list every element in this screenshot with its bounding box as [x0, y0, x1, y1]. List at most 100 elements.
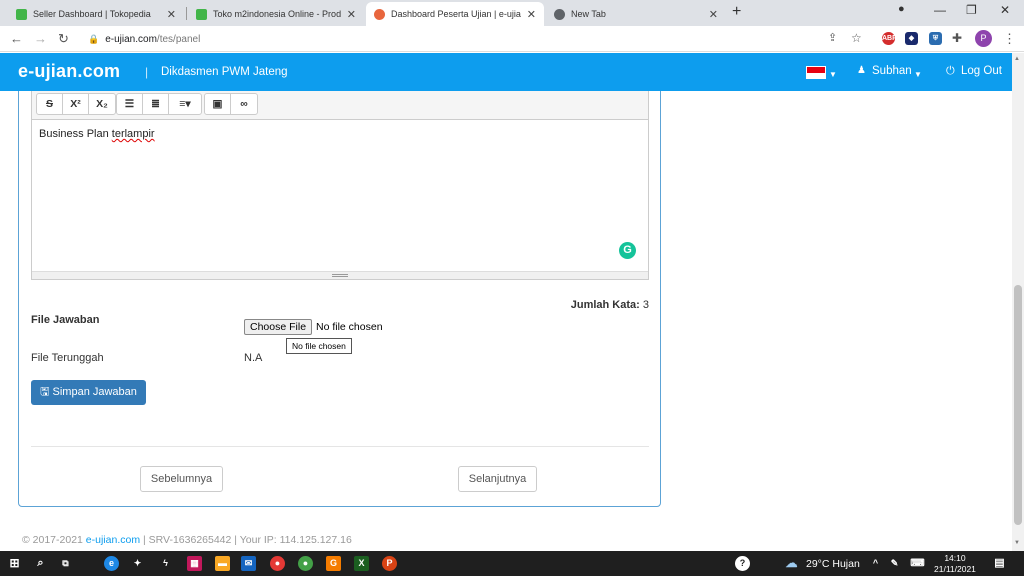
- forward-icon[interactable]: →: [34, 31, 47, 46]
- close-icon[interactable]: ✕: [709, 8, 718, 21]
- chrome-icon[interactable]: ●: [270, 556, 285, 571]
- editor-text: Business Plan: [39, 128, 112, 140]
- url-host: e-ujian.com: [105, 33, 157, 45]
- word-count-label: Jumlah Kata:: [570, 299, 640, 311]
- footer-site-link[interactable]: e-ujian.com: [86, 534, 140, 546]
- superscript-button[interactable]: X²: [63, 94, 89, 114]
- chrome-icon: [554, 8, 565, 20]
- previous-button[interactable]: Sebelumnya: [140, 466, 223, 492]
- close-icon[interactable]: ✕: [527, 8, 536, 21]
- scrollbar-thumb[interactable]: [1014, 285, 1022, 525]
- powerpoint-icon[interactable]: P: [382, 556, 397, 571]
- tokopedia-icon: [196, 8, 207, 20]
- word-count-value: 3: [642, 299, 649, 311]
- tab-divider: [186, 7, 187, 20]
- chrome-profile-icon[interactable]: ●: [298, 556, 313, 571]
- new-tab-icon[interactable]: +: [732, 3, 741, 21]
- save-answer-button[interactable]: 🖫 Simpan Jawaban: [31, 380, 146, 405]
- chevron-down-icon[interactable]: ▼: [914, 70, 922, 79]
- close-icon[interactable]: ✕: [167, 8, 176, 21]
- grammarly-icon[interactable]: G: [619, 242, 636, 259]
- share-icon[interactable]: ⇪: [828, 31, 837, 44]
- system-clock[interactable]: 14:10 21/11/2021: [934, 553, 976, 575]
- page-footer: © 2017-2021 e-ujian.com | SRV-1636265442…: [22, 534, 352, 546]
- choose-file-button[interactable]: Choose File: [244, 319, 313, 335]
- strikethrough-button[interactable]: S: [37, 94, 63, 114]
- organization-name: Dikdasmen PWM Jateng: [161, 66, 288, 78]
- file-tooltip: No file chosen: [286, 338, 352, 354]
- vpn-extension-icon[interactable]: ◆: [905, 32, 918, 45]
- lightning-app-icon[interactable]: ϟ: [158, 556, 173, 571]
- language-flag-indonesia[interactable]: [806, 66, 826, 79]
- editor-text-area[interactable]: Business Plan terlampir G: [32, 120, 648, 278]
- tab-title: Toko m2indonesia Online - Produ: [213, 9, 341, 19]
- align-dropdown-icon[interactable]: ≡▾: [169, 94, 201, 114]
- mail-icon[interactable]: ✉: [241, 556, 256, 571]
- back-icon[interactable]: ←: [10, 31, 23, 46]
- tab-title: New Tab: [571, 9, 606, 19]
- scroll-up-arrow-icon[interactable]: ▲: [1014, 56, 1020, 62]
- tab-search-icon[interactable]: ●: [898, 3, 905, 15]
- e-ujian-icon: [374, 8, 385, 20]
- tab-tokopedia-seller[interactable]: Seller Dashboard | Tokopedia ✕: [8, 2, 184, 26]
- chevron-up-icon[interactable]: ^: [868, 556, 883, 571]
- chevron-down-icon[interactable]: ▼: [829, 70, 837, 79]
- minimize-icon[interactable]: —: [934, 3, 946, 17]
- scroll-down-arrow-icon[interactable]: ▼: [1014, 540, 1020, 546]
- excel-icon[interactable]: X: [354, 556, 369, 571]
- browser-menu-icon[interactable]: ⋮: [1003, 31, 1016, 47]
- close-icon[interactable]: ✕: [347, 8, 356, 21]
- restore-icon[interactable]: ❐: [966, 3, 977, 17]
- uploaded-file-value: N.A: [244, 352, 263, 364]
- help-icon[interactable]: ?: [735, 556, 750, 571]
- logout-link[interactable]: Log Out: [961, 65, 1002, 77]
- tab-title: Dashboard Peserta Ujian | e-ujian: [391, 9, 521, 19]
- profile-avatar[interactable]: P: [975, 30, 992, 47]
- reload-icon[interactable]: ↻: [58, 31, 69, 47]
- file-explorer-icon[interactable]: ▬: [215, 556, 230, 571]
- editor-resize-handle[interactable]: [32, 271, 648, 279]
- word-count: Jumlah Kata: 3: [559, 299, 649, 311]
- tab-dashboard-peserta-ujian[interactable]: Dashboard Peserta Ujian | e-ujian ✕: [366, 2, 544, 26]
- clock-time: 14:10: [944, 553, 966, 563]
- numbered-list-icon[interactable]: ≣: [143, 94, 169, 114]
- next-button[interactable]: Selanjutnya: [458, 466, 537, 492]
- page-scrollbar[interactable]: ▲ ▼: [1012, 53, 1024, 551]
- url-path: /tes/panel: [156, 33, 201, 45]
- tab-new-tab[interactable]: New Tab ✕: [546, 2, 726, 26]
- bulleted-list-icon[interactable]: ☰: [117, 94, 143, 114]
- edge-icon[interactable]: e: [104, 556, 119, 571]
- orange-app-icon[interactable]: G: [326, 556, 341, 571]
- adblock-plus-icon[interactable]: ABP: [882, 32, 897, 45]
- dropbox-icon[interactable]: ✦: [130, 556, 145, 571]
- weather-cloud-icon[interactable]: ☁: [784, 556, 799, 571]
- tokopedia-icon: [16, 8, 27, 20]
- lock-icon: 🔒: [88, 33, 100, 44]
- tab-toko-m2indonesia[interactable]: Toko m2indonesia Online - Produ ✕: [188, 2, 364, 26]
- close-window-icon[interactable]: ✕: [1000, 3, 1010, 17]
- image-icon[interactable]: ▣: [205, 94, 231, 114]
- save-disk-icon: 🖫: [40, 386, 50, 398]
- weather-text[interactable]: 29°C Hujan: [806, 558, 860, 570]
- shield-extension-icon[interactable]: ⛨: [929, 32, 942, 45]
- keyboard-icon[interactable]: ⌨: [910, 556, 925, 571]
- photos-app-icon[interactable]: ▦: [187, 556, 202, 571]
- pen-icon[interactable]: ✎: [887, 556, 902, 571]
- bookmark-star-icon[interactable]: ☆: [851, 31, 862, 45]
- save-answer-label: Simpan Jawaban: [52, 386, 137, 398]
- windows-taskbar: ⊞ ⌕ ⧉ e ✦ ϟ ▦ ▬ ✉ ● ● G X P ? ☁ 29°C Huj…: [0, 551, 1024, 576]
- navbar-divider: |: [145, 65, 149, 79]
- site-logo[interactable]: e-ujian.com: [18, 61, 120, 82]
- search-icon[interactable]: ⌕: [33, 556, 48, 571]
- notification-icon[interactable]: ▤: [992, 556, 1007, 571]
- link-icon[interactable]: ∞: [231, 94, 257, 114]
- task-view-icon[interactable]: ⧉: [58, 556, 73, 571]
- extensions-puzzle-icon[interactable]: ✚: [952, 31, 962, 45]
- browser-tab-strip: Seller Dashboard | Tokopedia ✕ Toko m2in…: [0, 0, 1024, 26]
- user-menu[interactable]: Subhan: [872, 65, 912, 77]
- windows-start-icon[interactable]: ⊞: [7, 556, 22, 571]
- divider: [31, 446, 649, 447]
- no-file-text: No file chosen: [316, 321, 383, 333]
- footer-copyright: © 2017-2021: [22, 534, 86, 546]
- subscript-button[interactable]: X₂: [89, 94, 115, 114]
